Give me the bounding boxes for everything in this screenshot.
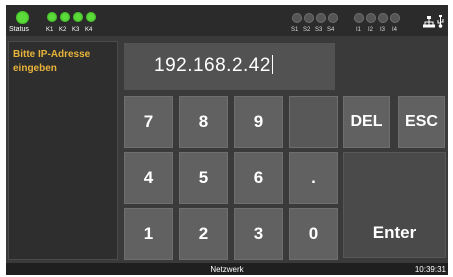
status-label: Status [9,26,29,33]
network-icon [423,16,435,28]
key-9[interactable]: 9 [234,96,283,148]
s3-label: S3 [315,27,323,33]
k1-label: K1 [46,27,54,33]
del-button[interactable]: DEL [343,96,390,148]
screen-title: Netzwerk [210,265,244,274]
s4-label: S4 [327,27,335,33]
esc-button[interactable]: ESC [398,96,445,148]
device-screen: Status K1 K2 K3 K4 S1 S2 S3 S4 I1 I2 I3 … [6,5,448,275]
key-3[interactable]: 3 [234,208,283,260]
clock: 10:39:31 [414,265,446,274]
s1-led [292,13,302,23]
key-dot[interactable]: . [289,152,338,204]
ip-address-field[interactable]: 192.168.2.42 [124,43,335,90]
i4-led [390,13,400,23]
status-bar: Status K1 K2 K3 K4 S1 S2 S3 S4 I1 I2 I3 … [6,5,448,36]
key-5[interactable]: 5 [179,152,228,204]
i1-label: I1 [356,27,362,33]
k3-label: K3 [72,27,80,33]
i3-led [378,13,388,23]
s2-led [304,13,314,23]
key-1[interactable]: 1 [124,208,173,260]
key-blank [289,96,338,148]
i3-label: I3 [380,27,386,33]
k2-label: K2 [59,27,67,33]
key-6[interactable]: 6 [234,152,283,204]
enter-button[interactable]: Enter [343,152,446,258]
k1-led [47,12,57,22]
info-panel: Bitte IP-Adresse eingeben [8,41,118,260]
i4-label: I4 [392,27,398,33]
key-2[interactable]: 2 [179,208,228,260]
i1-led [354,13,364,23]
key-4[interactable]: 4 [124,152,173,204]
prompt-text: Bitte IP-Adresse eingeben [13,49,91,74]
k2-led [60,12,70,22]
s2-label: S2 [303,27,311,33]
key-7[interactable]: 7 [124,96,173,148]
text-caret [271,55,273,74]
enter-label: Enter [372,223,417,242]
k4-led [86,12,96,22]
s4-led [328,13,338,23]
s3-led [316,13,326,23]
key-8[interactable]: 8 [179,96,228,148]
i2-label: I2 [368,27,374,33]
k3-led [73,12,83,22]
key-0[interactable]: 0 [289,208,338,260]
ip-address-value: 192.168.2.42 [154,55,271,76]
usb-icon [437,15,444,28]
ip-address-display: 192.168.2.42 [154,55,273,77]
k4-label: K4 [85,27,93,33]
status-led [16,11,29,24]
i2-led [366,13,376,23]
s1-label: S1 [291,27,299,33]
footer-bar: Netzwerk 10:39:31 [6,263,448,275]
